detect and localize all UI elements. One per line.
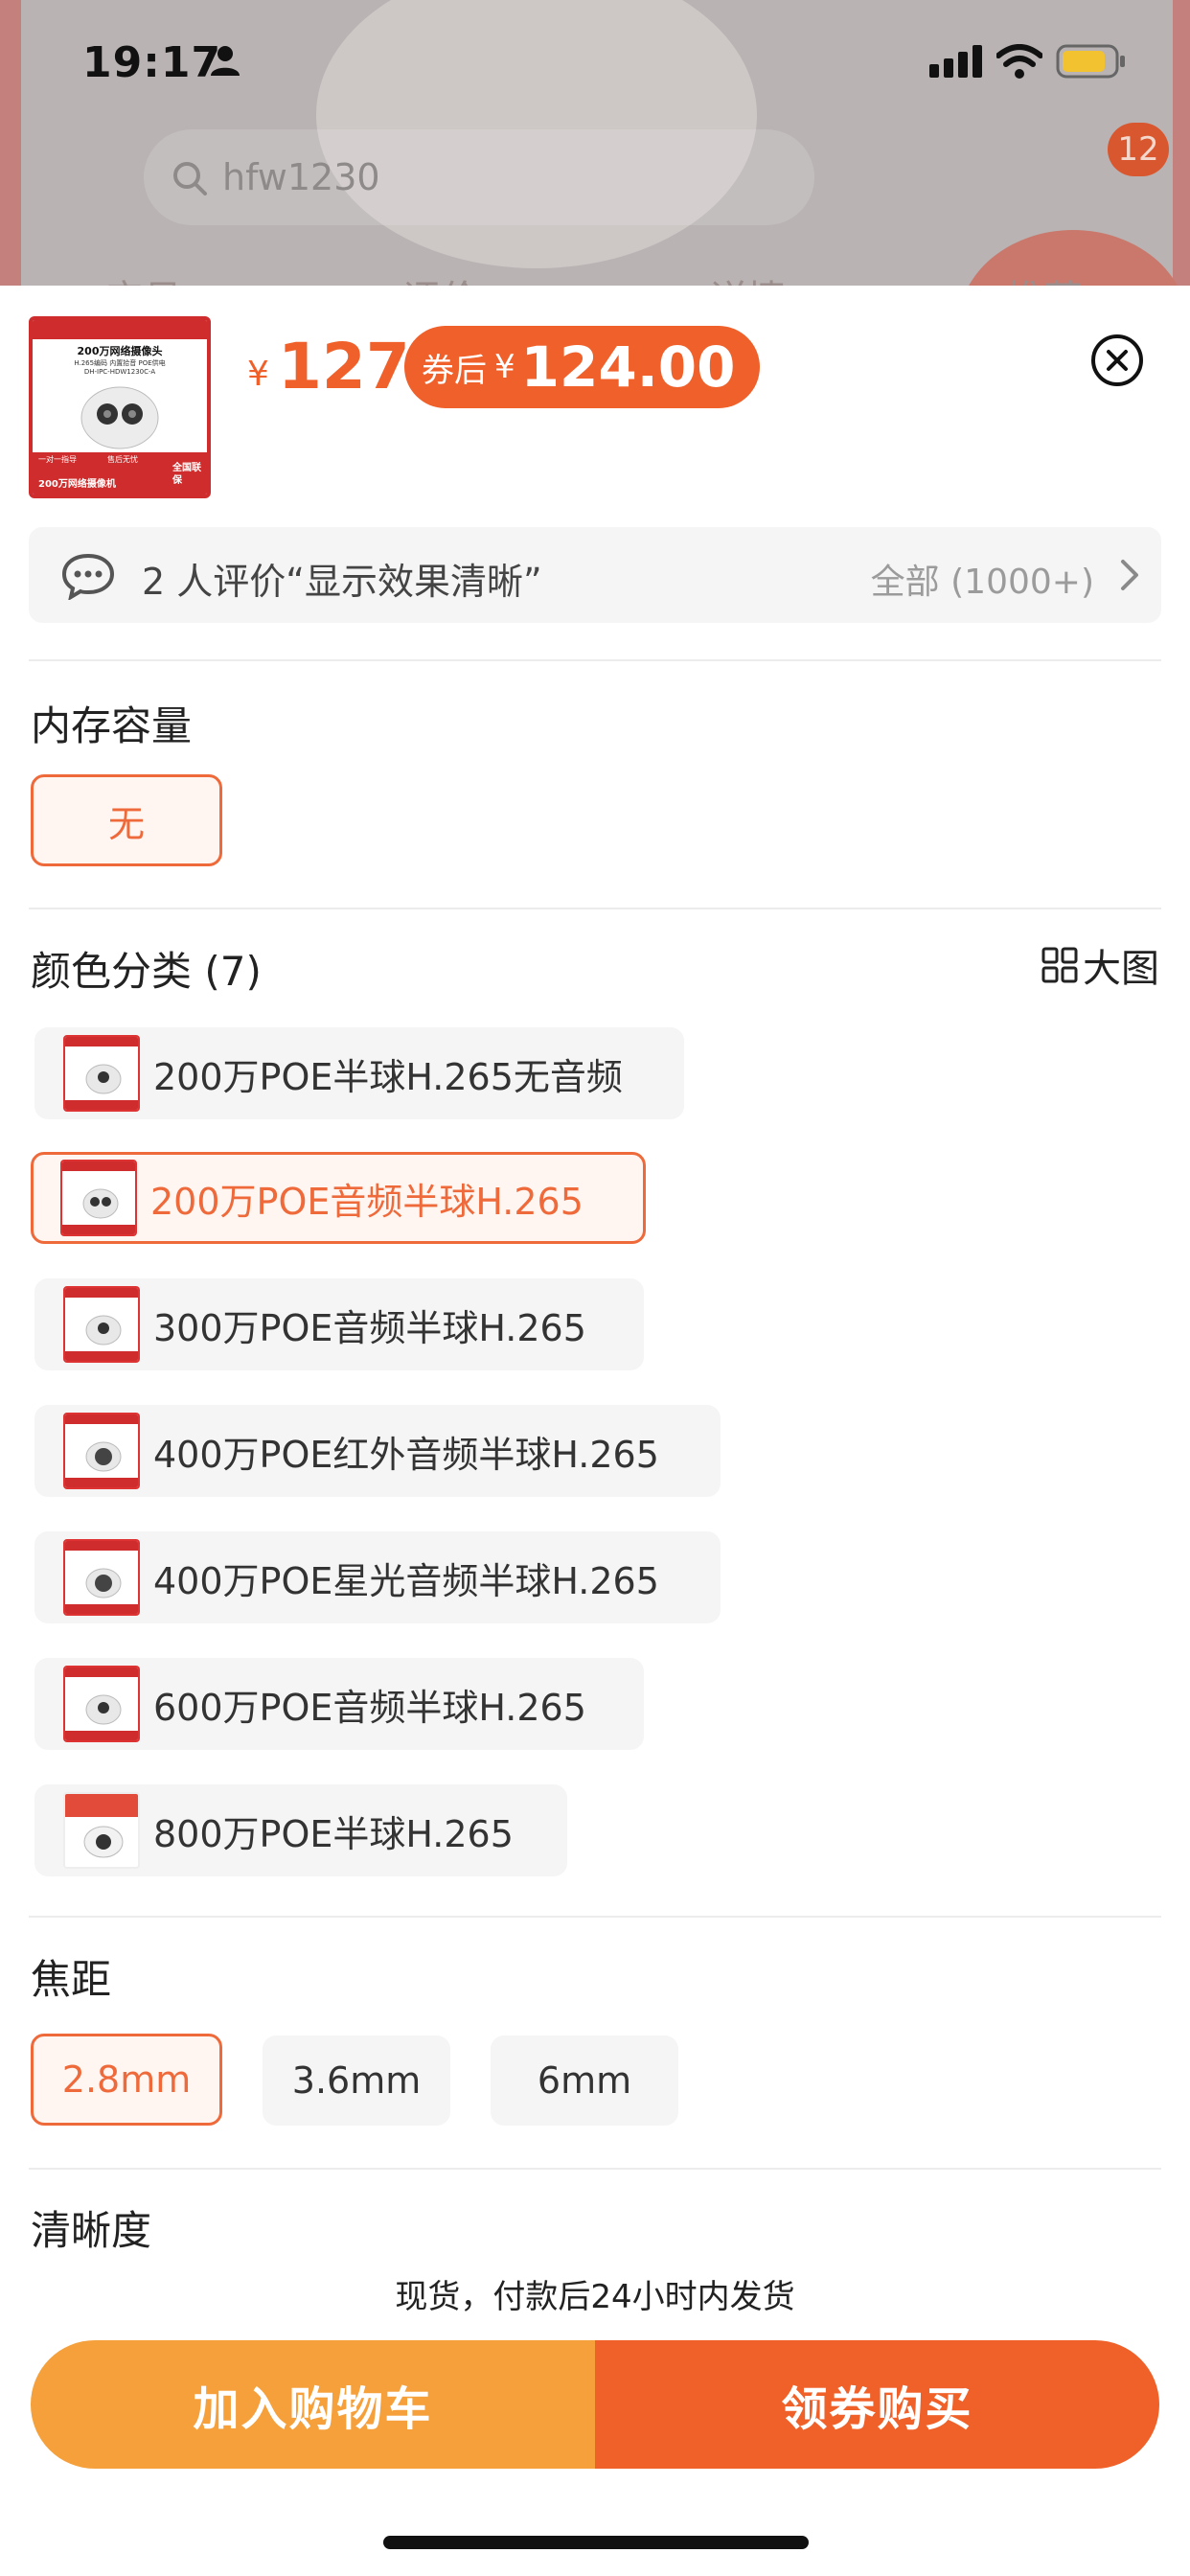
background-tab-item: 宝贝: [105, 268, 182, 288]
thumb-header-strip: [33, 320, 207, 339]
price-currency-symbol: ¥: [247, 355, 269, 394]
thumb-tag-model: 200万网络摄像机: [38, 479, 116, 490]
camera-icon: [80, 386, 159, 449]
status-bar: 19:17: [0, 0, 1190, 134]
chevron-right-icon: [1121, 560, 1138, 590]
background-search-text: hfw1230: [222, 156, 380, 198]
camera-icon: [65, 1288, 138, 1361]
option-thumbnail: [63, 1792, 140, 1869]
color-option-label: 300万POE音频半球H.265: [153, 1306, 586, 1349]
camera-icon: [65, 1668, 138, 1740]
all-reviews-link[interactable]: 全部 (1000+): [871, 554, 1094, 604]
option-thumbnail: [63, 1413, 140, 1489]
buy-with-coupon-button[interactable]: 领券购买: [595, 2340, 1159, 2469]
option-thumbnail: [60, 1160, 137, 1236]
close-icon[interactable]: [1090, 334, 1144, 387]
background-tab-details: 详情: [709, 268, 786, 288]
color-option-label: 200万POE半球H.265无音频: [153, 1055, 623, 1098]
camera-icon: [65, 1414, 138, 1487]
product-thumbnail[interactable]: 200万网络摄像头 H.265编码 内置拾音 POE供电 DH-IPC-HDW1…: [29, 316, 211, 498]
background-tab-reviews: 评价: [402, 268, 479, 288]
camera-icon: [65, 1794, 138, 1858]
focal-option-3-6mm[interactable]: 3.6mm: [263, 2036, 450, 2126]
clarity-section-title: 清晰度: [31, 2207, 152, 2254]
review-summary-bar[interactable]: 2 人评价“显示效果清晰” 全部 (1000+): [29, 527, 1161, 623]
cellular-signal-icon: [929, 45, 982, 78]
thumb-tag-guide: 一对一指导: [38, 455, 77, 464]
color-option-label: 400万POE星光音频半球H.265: [153, 1559, 659, 1602]
review-highlight-text: 2 人评价“显示效果清晰”: [142, 561, 542, 603]
color-option[interactable]: 600万POE音频半球H.265: [34, 1658, 644, 1750]
background-product-page: 19:17 hfw1230 12: [0, 0, 1190, 288]
price-value: 127: [278, 330, 410, 403]
focal-option-6mm[interactable]: 6mm: [491, 2036, 678, 2126]
grid-view-icon: [1041, 947, 1078, 983]
color-option-label: 400万POE红外音频半球H.265: [153, 1433, 659, 1476]
color-option-selected[interactable]: 200万POE音频半球H.265: [31, 1152, 646, 1244]
thumb-tag-service: 售后无忧: [107, 455, 138, 464]
action-button-row: 加入购物车 领券购买: [31, 2340, 1159, 2469]
big-image-label: 大图: [1083, 947, 1159, 991]
chat-bubble-icon: [61, 553, 115, 600]
thumb-model: DH-IPC-HDW1230C-A: [83, 368, 156, 376]
coupon-label: 券后: [422, 351, 487, 390]
option-thumbnail: [63, 1286, 140, 1363]
thumb-title: 200万网络摄像头: [77, 345, 163, 357]
divider: [29, 2168, 1161, 2170]
option-thumbnail: [63, 1035, 140, 1112]
big-image-toggle[interactable]: 大图: [1041, 937, 1159, 993]
sku-selection-sheet: 200万网络摄像头 H.265编码 内置拾音 POE供电 DH-IPC-HDW1…: [0, 286, 1190, 2576]
color-option[interactable]: 400万POE星光音频半球H.265: [34, 1531, 721, 1623]
memory-section-title: 内存容量: [31, 702, 193, 749]
thumb-footer: 一对一指导 售后无忧 200万网络摄像机 全国联保: [33, 452, 207, 494]
shipping-note: 现货，付款后24小时内发货: [395, 2278, 795, 2316]
color-option[interactable]: 300万POE音频半球H.265: [34, 1278, 644, 1370]
camera-icon: [62, 1162, 135, 1234]
divider: [29, 1916, 1161, 1918]
focal-section-title: 焦距: [31, 1956, 112, 2003]
add-to-cart-button[interactable]: 加入购物车: [31, 2340, 595, 2469]
color-option-label: 200万POE音频半球H.265: [150, 1180, 584, 1223]
cart-count-badge: 12: [1108, 123, 1169, 176]
color-option[interactable]: 400万POE红外音频半球H.265: [34, 1405, 721, 1497]
coupon-currency-symbol: ¥: [494, 348, 515, 386]
thumb-subtitle: H.265编码 内置拾音 POE供电: [74, 359, 166, 367]
color-option-label: 800万POE半球H.265: [153, 1812, 514, 1855]
status-icons: [929, 44, 1127, 79]
coupon-price-value: 124.00: [520, 334, 736, 400]
memory-option-none[interactable]: 无: [31, 774, 222, 866]
home-indicator[interactable]: [383, 2536, 809, 2549]
camera-icon: [65, 1037, 138, 1110]
background-tab-recommend: 推荐: [1006, 268, 1083, 288]
search-icon: [173, 162, 207, 196]
thumb-tag-warranty: 全国联保: [172, 463, 201, 486]
camera-icon: [65, 1541, 138, 1614]
color-option[interactable]: 200万POE半球H.265无音频: [34, 1027, 684, 1119]
status-time: 19:17: [82, 38, 222, 87]
color-section-title: 颜色分类 (7): [31, 948, 262, 995]
color-option-label: 600万POE音频半球H.265: [153, 1686, 586, 1729]
battery-icon: [1056, 44, 1125, 79]
coupon-price-badge: 券后 ¥ 124.00: [404, 326, 761, 408]
option-thumbnail: [63, 1666, 140, 1742]
person-icon: [211, 46, 240, 76]
color-option[interactable]: 800万POE半球H.265: [34, 1784, 567, 1876]
wifi-icon: [996, 44, 1042, 79]
divider: [29, 908, 1161, 909]
divider: [29, 659, 1161, 661]
focal-option-2-8mm[interactable]: 2.8mm: [31, 2034, 222, 2126]
option-thumbnail: [63, 1539, 140, 1616]
